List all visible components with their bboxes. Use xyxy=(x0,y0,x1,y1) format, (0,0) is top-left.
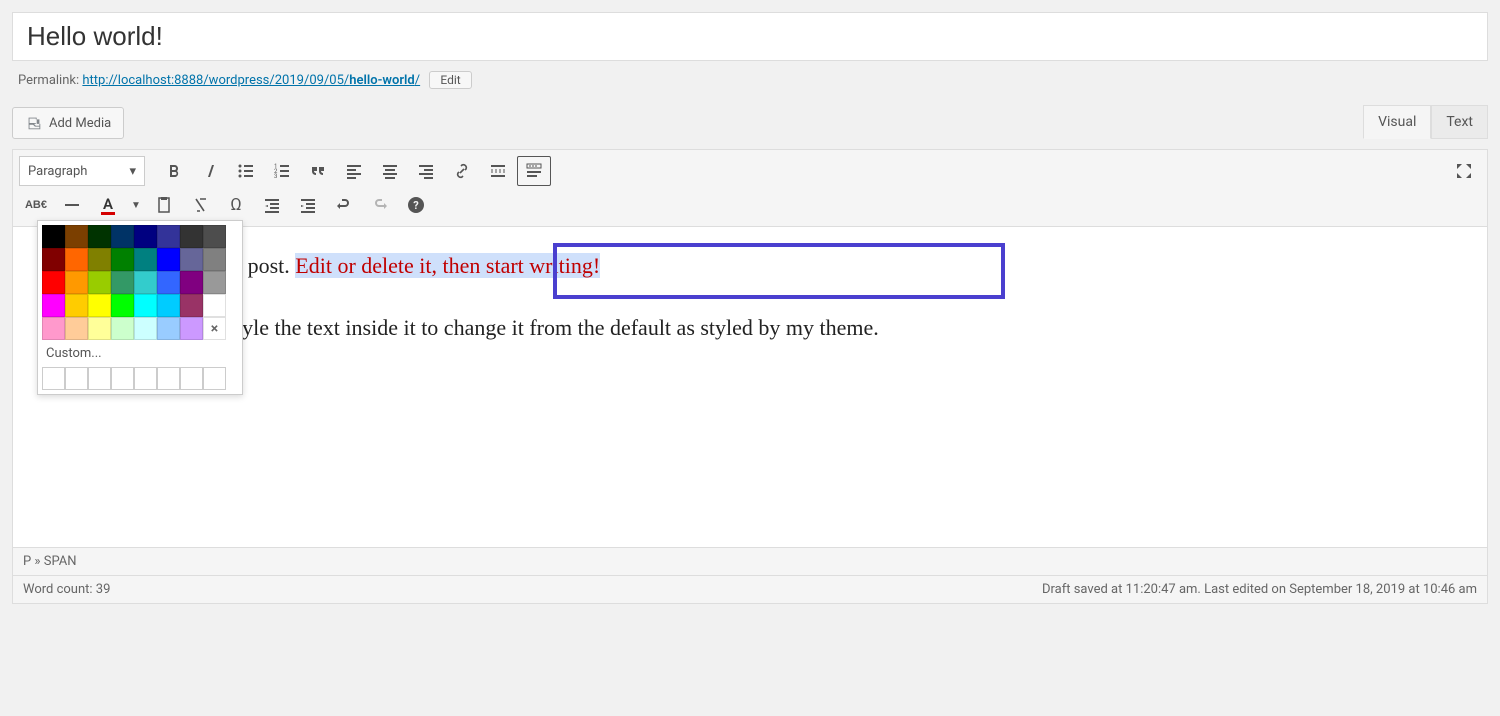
color-swatch[interactable] xyxy=(157,225,180,248)
clear-formatting-button[interactable] xyxy=(183,190,217,220)
element-path: P » SPAN xyxy=(13,547,1487,575)
color-swatch[interactable] xyxy=(157,317,180,340)
special-char-button[interactable]: Ω xyxy=(219,190,253,220)
custom-color-button[interactable]: Custom... xyxy=(42,340,238,367)
custom-color-slot[interactable] xyxy=(157,367,180,390)
add-media-label: Add Media xyxy=(49,116,111,131)
color-swatch[interactable] xyxy=(42,317,65,340)
color-swatch[interactable] xyxy=(180,248,203,271)
indent-button[interactable] xyxy=(291,190,325,220)
color-swatch[interactable] xyxy=(134,294,157,317)
color-swatch[interactable] xyxy=(42,225,65,248)
color-swatch[interactable] xyxy=(65,294,88,317)
color-swatch[interactable] xyxy=(203,248,226,271)
color-swatch[interactable] xyxy=(111,294,134,317)
tab-text[interactable]: Text xyxy=(1431,105,1488,139)
color-swatch[interactable] xyxy=(88,317,111,340)
text-color-dropdown[interactable]: ▼ xyxy=(127,190,145,220)
color-swatch[interactable] xyxy=(88,225,111,248)
tab-visual[interactable]: Visual xyxy=(1363,105,1431,139)
text-color-a-icon: A xyxy=(101,196,115,215)
align-left-button[interactable] xyxy=(337,156,371,186)
edit-permalink-button[interactable]: Edit xyxy=(429,71,471,89)
selected-text: Edit or delete it, then start writing! xyxy=(295,253,600,278)
color-swatch[interactable] xyxy=(65,317,88,340)
readmore-button[interactable] xyxy=(481,156,515,186)
permalink-url[interactable]: http://localhost:8888/wordpress/2019/09/… xyxy=(82,73,420,88)
color-swatch[interactable] xyxy=(88,294,111,317)
color-swatch[interactable] xyxy=(203,294,226,317)
color-swatch[interactable] xyxy=(65,225,88,248)
numbered-list-button[interactable]: 123 xyxy=(265,156,299,186)
strikethrough-button[interactable]: AB€ xyxy=(19,190,53,220)
chevron-down-icon: ▾ xyxy=(129,163,136,179)
media-icon xyxy=(25,114,43,132)
undo-button[interactable] xyxy=(327,190,361,220)
link-button[interactable] xyxy=(445,156,479,186)
color-swatch[interactable] xyxy=(134,225,157,248)
paste-text-button[interactable] xyxy=(147,190,181,220)
color-swatch[interactable] xyxy=(180,294,203,317)
bullet-list-button[interactable] xyxy=(229,156,263,186)
svg-text:3: 3 xyxy=(274,173,277,180)
color-swatch[interactable] xyxy=(134,317,157,340)
custom-color-slot[interactable] xyxy=(134,367,157,390)
post-title-input[interactable] xyxy=(12,12,1488,61)
align-right-button[interactable] xyxy=(409,156,443,186)
color-swatch[interactable] xyxy=(180,225,203,248)
add-media-button[interactable]: Add Media xyxy=(12,107,124,139)
italic-button[interactable] xyxy=(193,156,227,186)
color-swatch[interactable] xyxy=(65,271,88,294)
color-swatch[interactable] xyxy=(111,317,134,340)
svg-text:?: ? xyxy=(413,199,419,212)
custom-color-slot[interactable] xyxy=(203,367,226,390)
color-swatch[interactable] xyxy=(157,271,180,294)
color-swatch[interactable] xyxy=(88,271,111,294)
color-swatch[interactable] xyxy=(180,271,203,294)
word-count: Word count: 39 xyxy=(23,582,110,597)
permalink-label: Permalink: xyxy=(18,73,79,88)
color-swatch[interactable] xyxy=(42,271,65,294)
custom-color-slot[interactable] xyxy=(111,367,134,390)
color-swatch[interactable] xyxy=(111,248,134,271)
fullscreen-button[interactable] xyxy=(1447,156,1481,186)
color-swatch[interactable] xyxy=(203,225,226,248)
editor: Paragraph ▾ 123 AB€ xyxy=(12,149,1488,604)
color-swatch[interactable] xyxy=(65,248,88,271)
chevron-down-icon: ▼ xyxy=(127,200,145,211)
color-swatch[interactable] xyxy=(157,294,180,317)
color-swatch[interactable] xyxy=(180,317,203,340)
status-bar: Word count: 39 Draft saved at 11:20:47 a… xyxy=(13,575,1487,603)
blockquote-button[interactable] xyxy=(301,156,335,186)
color-swatch[interactable] xyxy=(42,294,65,317)
save-status: Draft saved at 11:20:47 am. Last edited … xyxy=(1042,582,1477,597)
format-select[interactable]: Paragraph ▾ xyxy=(19,156,145,186)
paragraph-text: n block. I'm going to style the text ins… xyxy=(39,311,1461,345)
color-swatch[interactable] xyxy=(88,248,111,271)
toolbar-toggle-button[interactable] xyxy=(517,156,551,186)
no-color-swatch[interactable]: × xyxy=(203,317,226,340)
align-center-button[interactable] xyxy=(373,156,407,186)
permalink-row: Permalink: http://localhost:8888/wordpre… xyxy=(12,61,1488,105)
custom-color-slot[interactable] xyxy=(42,367,65,390)
custom-color-slot[interactable] xyxy=(65,367,88,390)
color-swatch[interactable] xyxy=(134,248,157,271)
color-swatch[interactable] xyxy=(203,271,226,294)
custom-color-slot[interactable] xyxy=(88,367,111,390)
text-color-button[interactable]: A xyxy=(91,190,125,220)
color-swatch[interactable] xyxy=(111,271,134,294)
color-swatch[interactable] xyxy=(157,248,180,271)
help-button[interactable]: ? xyxy=(399,190,433,220)
toolbar: Paragraph ▾ 123 AB€ xyxy=(13,150,1487,227)
editor-tabs: Visual Text xyxy=(1363,105,1488,139)
color-swatch[interactable] xyxy=(134,271,157,294)
hr-button[interactable] xyxy=(55,190,89,220)
bold-button[interactable] xyxy=(157,156,191,186)
redo-button[interactable] xyxy=(363,190,397,220)
outdent-button[interactable] xyxy=(255,190,289,220)
color-swatch[interactable] xyxy=(42,248,65,271)
custom-color-slot[interactable] xyxy=(180,367,203,390)
color-picker-popup: × Custom... xyxy=(37,220,243,395)
color-swatch[interactable] xyxy=(111,225,134,248)
